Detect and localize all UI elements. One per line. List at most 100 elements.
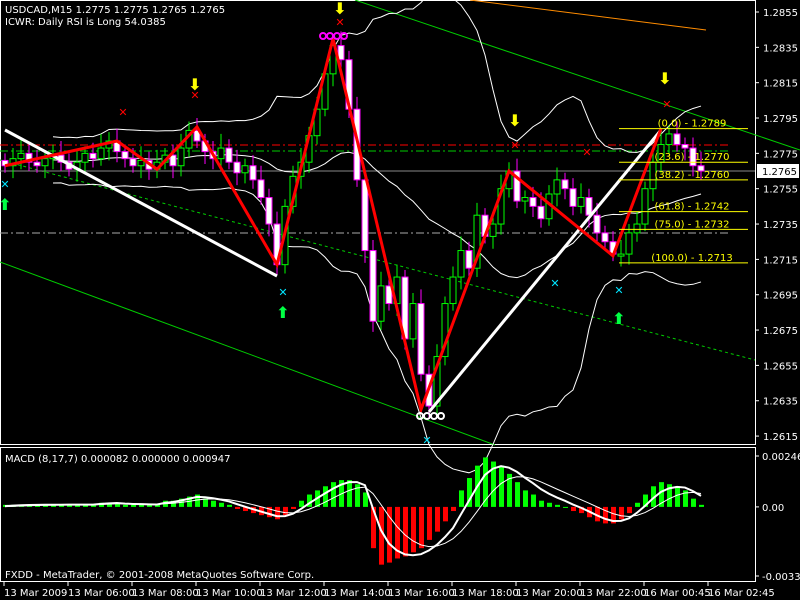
candle-body bbox=[553, 179, 561, 195]
time-tick-label: 13 Mar 16:00 bbox=[388, 588, 455, 599]
candle[interactable] bbox=[561, 172, 569, 200]
macd-legend: MACD (8,17,7) 0.000082 0.000000 0.000947 bbox=[5, 454, 230, 465]
buy-arrow-icon: ⬆ bbox=[612, 309, 625, 328]
candle[interactable] bbox=[641, 181, 649, 232]
top-circle-icon bbox=[326, 32, 334, 40]
candle[interactable] bbox=[257, 165, 265, 205]
orange-trend-line[interactable] bbox=[469, 0, 707, 31]
candle[interactable] bbox=[81, 146, 89, 173]
price-tick-label: 1.2715 bbox=[763, 255, 798, 266]
candle[interactable] bbox=[57, 140, 65, 172]
candle[interactable] bbox=[265, 188, 273, 237]
candle[interactable] bbox=[409, 292, 417, 348]
time-tick-label: 13 Mar 22:00 bbox=[580, 588, 647, 599]
candle-body bbox=[233, 161, 241, 174]
macd-histogram: 0.002468 0.00 -0.00335 bbox=[3, 452, 800, 583]
candle-body bbox=[369, 250, 377, 322]
macd-bar bbox=[635, 502, 640, 507]
bottom-circle-icon bbox=[423, 412, 431, 420]
candle[interactable] bbox=[225, 139, 233, 170]
macd-bar bbox=[427, 506, 432, 540]
candle-body bbox=[561, 179, 569, 190]
buy-cross-icon: ✕ bbox=[614, 284, 623, 297]
price-tick-label: 1.2735 bbox=[763, 220, 798, 231]
candle-body bbox=[641, 188, 649, 225]
macd-bar bbox=[555, 504, 560, 507]
candle-body bbox=[537, 205, 545, 220]
candle-body bbox=[449, 276, 457, 305]
candle-body bbox=[241, 165, 249, 174]
candle[interactable] bbox=[521, 190, 529, 214]
macd-bar bbox=[323, 486, 328, 507]
candle-body bbox=[225, 147, 233, 163]
candle[interactable] bbox=[369, 239, 377, 332]
candle-body bbox=[585, 197, 593, 216]
macd-tick-label: 0.002468 bbox=[762, 452, 800, 463]
candle[interactable] bbox=[377, 271, 385, 331]
macd-bar bbox=[403, 506, 408, 557]
time-axis[interactable]: 13 Mar 2009 13 Mar 06:0013 Mar 08:0013 Ma… bbox=[3, 582, 775, 599]
candle[interactable] bbox=[441, 296, 449, 366]
candle[interactable] bbox=[553, 167, 561, 207]
fib-level-label: (61.8) - 1.2742 bbox=[654, 202, 729, 213]
time-tick-label: 13 Mar 2009 bbox=[4, 588, 67, 599]
channel-upper-line[interactable] bbox=[354, 0, 800, 151]
macd-bar bbox=[435, 506, 440, 532]
macd-bar bbox=[691, 498, 696, 507]
candle-body bbox=[665, 133, 673, 146]
candle[interactable] bbox=[577, 183, 585, 214]
time-tick-label: 13 Mar 14:00 bbox=[324, 588, 391, 599]
time-tick-label: 13 Mar 12:00 bbox=[260, 588, 327, 599]
candle-body bbox=[33, 161, 41, 167]
candle-body bbox=[633, 223, 641, 234]
candle[interactable] bbox=[513, 158, 521, 209]
zigzag-line[interactable] bbox=[4, 38, 663, 415]
trading-chart[interactable]: (0.0) - 1.2789 (23.6) - 1.2770 (38.2) - 1.… bbox=[0, 0, 800, 600]
candle[interactable] bbox=[633, 211, 641, 242]
candle-body bbox=[593, 214, 601, 234]
fib-level-label: (0.0) - 1.2789 bbox=[658, 119, 727, 130]
top-circle-icon bbox=[333, 32, 341, 40]
fib-level-label: (100.0) - 1.2713 bbox=[651, 253, 732, 264]
candle[interactable] bbox=[569, 178, 577, 216]
macd-bar bbox=[291, 506, 296, 509]
candle[interactable] bbox=[137, 146, 145, 179]
price-axis[interactable]: 1.2855 1.2835 1.2815 1.2795 1.2775 1.2755 1.27… bbox=[755, 8, 798, 443]
macd-bar bbox=[515, 482, 520, 507]
macd-bar bbox=[627, 506, 632, 514]
candle[interactable] bbox=[625, 224, 633, 265]
price-tick-label: 1.2695 bbox=[763, 291, 798, 302]
candle[interactable] bbox=[449, 266, 457, 311]
candle-body bbox=[465, 250, 473, 269]
macd-bar bbox=[331, 482, 336, 507]
candle[interactable] bbox=[105, 132, 113, 161]
candle[interactable] bbox=[97, 133, 105, 166]
candle[interactable] bbox=[73, 149, 81, 182]
buy-cross-icon: ✕ bbox=[422, 434, 431, 447]
price-tick-label: 1.2635 bbox=[763, 397, 798, 408]
candle[interactable] bbox=[153, 149, 161, 179]
copyright-text: FXDD - MetaTrader, © 2001-2008 MetaQuote… bbox=[5, 570, 314, 581]
candle[interactable] bbox=[113, 128, 121, 163]
price-tick-label: 1.2755 bbox=[763, 185, 798, 196]
bottom-circle-icon bbox=[430, 412, 438, 420]
candle-body bbox=[521, 197, 529, 202]
sell-arrow-icon: ⬇ bbox=[658, 69, 671, 88]
candle-body bbox=[569, 188, 577, 207]
macd-bar bbox=[419, 506, 424, 549]
candle-body bbox=[681, 144, 689, 149]
sell-arrow-icon: ⬇ bbox=[508, 111, 521, 130]
time-tick-label: 13 Mar 08:00 bbox=[132, 588, 199, 599]
candle[interactable] bbox=[25, 144, 33, 172]
candle[interactable] bbox=[417, 289, 425, 382]
macd-bar bbox=[523, 490, 528, 507]
candle[interactable] bbox=[249, 155, 257, 189]
candle[interactable] bbox=[241, 158, 249, 184]
macd-bar bbox=[563, 506, 568, 508]
candle-body bbox=[409, 303, 417, 340]
candle[interactable] bbox=[1, 153, 9, 173]
macd-bar bbox=[459, 490, 464, 507]
buy-cross-icon: ✕ bbox=[0, 178, 9, 191]
time-tick-label: 16 Mar 00:45 bbox=[644, 588, 711, 599]
candle-body bbox=[577, 197, 585, 207]
